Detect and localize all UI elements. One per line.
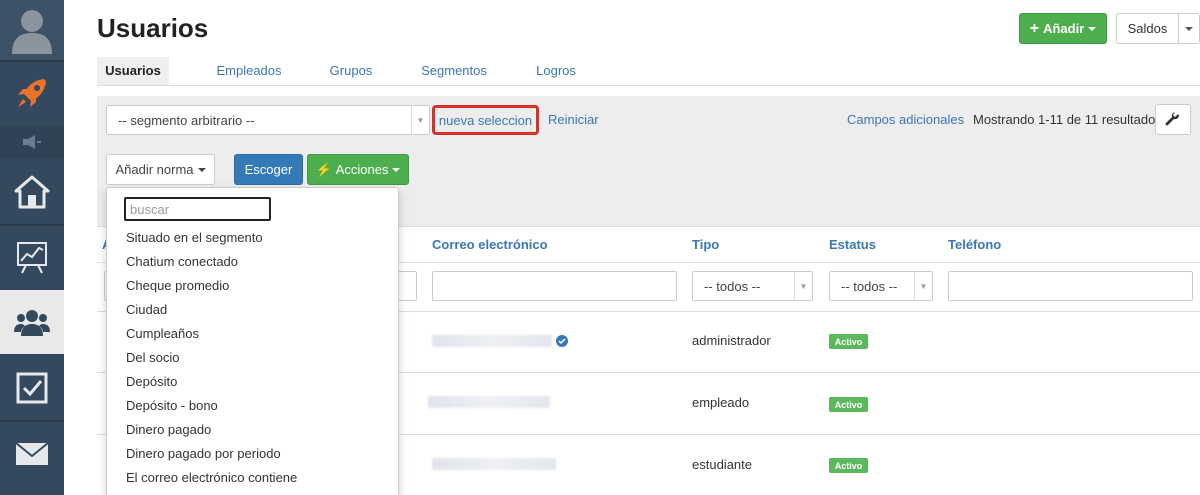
select-arrow-icon: ▼ [794,272,812,300]
verified-icon [556,335,568,347]
rule-option[interactable]: Dinero pagado por periodo [126,446,281,461]
user-avatar-icon [12,10,52,54]
sidebar-item-tasks[interactable] [0,356,64,420]
add-button-label: Añadir [1043,21,1085,36]
campos-adicionales-link[interactable]: Campos adicionales [847,112,964,127]
tab-segmentos[interactable]: Segmentos [407,57,501,85]
status-badge: Activo [829,458,868,473]
add-rule-button[interactable]: Añadir norma [106,154,215,185]
tipo-filter-select[interactable]: -- todos -- ▼ [692,271,813,301]
rule-option[interactable]: Ciudad [126,302,167,317]
select-arrow-icon: ▼ [411,106,429,134]
actions-button[interactable]: ⚡ Acciones [307,154,409,185]
saldos-dropdown-toggle[interactable] [1178,13,1200,44]
column-header-tipo[interactable]: Tipo [692,237,719,252]
segment-select[interactable]: -- segmento arbitrario -- ▼ [106,105,430,135]
row-tipo: empleado [692,395,750,410]
tab-logros[interactable]: Logros [525,57,587,85]
bolt-icon: ⚡ [315,161,332,177]
settings-button[interactable] [1155,104,1191,135]
tabs: Usuarios Empleados Grupos Segmentos Logr… [97,57,1200,86]
sidebar-item-announcements[interactable] [0,126,64,158]
rule-option[interactable]: Cumpleaños [126,326,199,341]
telefono-filter-input[interactable] [948,271,1193,301]
home-icon [14,175,50,209]
caret-down-icon [392,167,401,172]
checkbox-icon [16,372,48,404]
rocket-icon [18,79,46,107]
row-tipo: estudiante [692,457,752,472]
tab-grupos[interactable]: Grupos [319,57,383,85]
wrench-icon [1165,111,1179,125]
mail-icon [15,442,49,465]
rule-option[interactable]: El correo electrónico contiene [126,470,297,485]
sidebar [0,0,64,495]
sidebar-item-home[interactable] [0,160,64,224]
rule-option[interactable]: Chatium conectado [126,254,238,269]
rule-option[interactable]: Depósito - bono [126,398,218,413]
add-button[interactable]: + Añadir [1019,13,1107,44]
column-header-email[interactable]: Correo electrónico [432,237,548,252]
sidebar-item-mail[interactable] [0,422,64,486]
column-header-estatus[interactable]: Estatus [829,237,876,252]
select-arrow-icon: ▼ [914,272,932,300]
chart-icon [17,242,47,274]
rule-option[interactable]: Del socio [126,350,179,365]
choose-button[interactable]: Escoger [234,154,303,185]
sidebar-item-rocket[interactable] [0,62,64,124]
blurred-email [428,396,550,408]
status-badge: Activo [829,334,868,349]
rule-option[interactable]: Situado en el segmento [126,230,263,245]
tipo-filter-value: -- todos -- [704,279,761,294]
plus-icon: + [1029,19,1040,37]
sidebar-item-reports[interactable] [0,226,64,288]
row-tipo: administrador [692,333,771,348]
speaker-icon [23,135,41,149]
column-header-telefono[interactable]: Teléfono [948,237,1001,252]
rule-option[interactable]: Cheque promedio [126,278,229,293]
segment-select-value: -- segmento arbitrario -- [118,113,255,128]
sidebar-item-users[interactable] [0,290,64,354]
estatus-filter-value: -- todos -- [841,279,898,294]
rule-option[interactable]: Dinero pagado [126,422,211,437]
nueva-seleccion-link[interactable]: nueva seleccion [432,105,539,135]
blurred-email [432,335,552,347]
users-icon [14,310,50,336]
rule-search-input[interactable] [124,197,271,221]
tab-usuarios[interactable]: Usuarios [97,57,169,85]
actions-label: Acciones [335,162,389,177]
add-rule-dropdown: Situado en el segmento Chatium conectado… [106,187,399,495]
avatar[interactable] [0,0,64,60]
add-rule-label: Añadir norma [115,162,194,177]
tab-empleados[interactable]: Empleados [201,57,297,85]
rule-option[interactable]: Depósito [126,374,177,389]
results-count: Mostrando 1-11 de 11 resultados. [973,112,1166,127]
estatus-filter-select[interactable]: -- todos -- ▼ [829,271,933,301]
caret-down-icon [197,167,206,172]
status-badge: Activo [829,397,868,412]
email-filter-input[interactable] [432,271,677,301]
page-title: Usuarios [97,13,209,43]
caret-down-icon [1185,26,1193,31]
caret-down-icon [1088,26,1097,31]
saldos-button[interactable]: Saldos [1116,13,1178,44]
blurred-email [432,458,556,470]
reiniciar-link[interactable]: Reiniciar [548,112,599,127]
